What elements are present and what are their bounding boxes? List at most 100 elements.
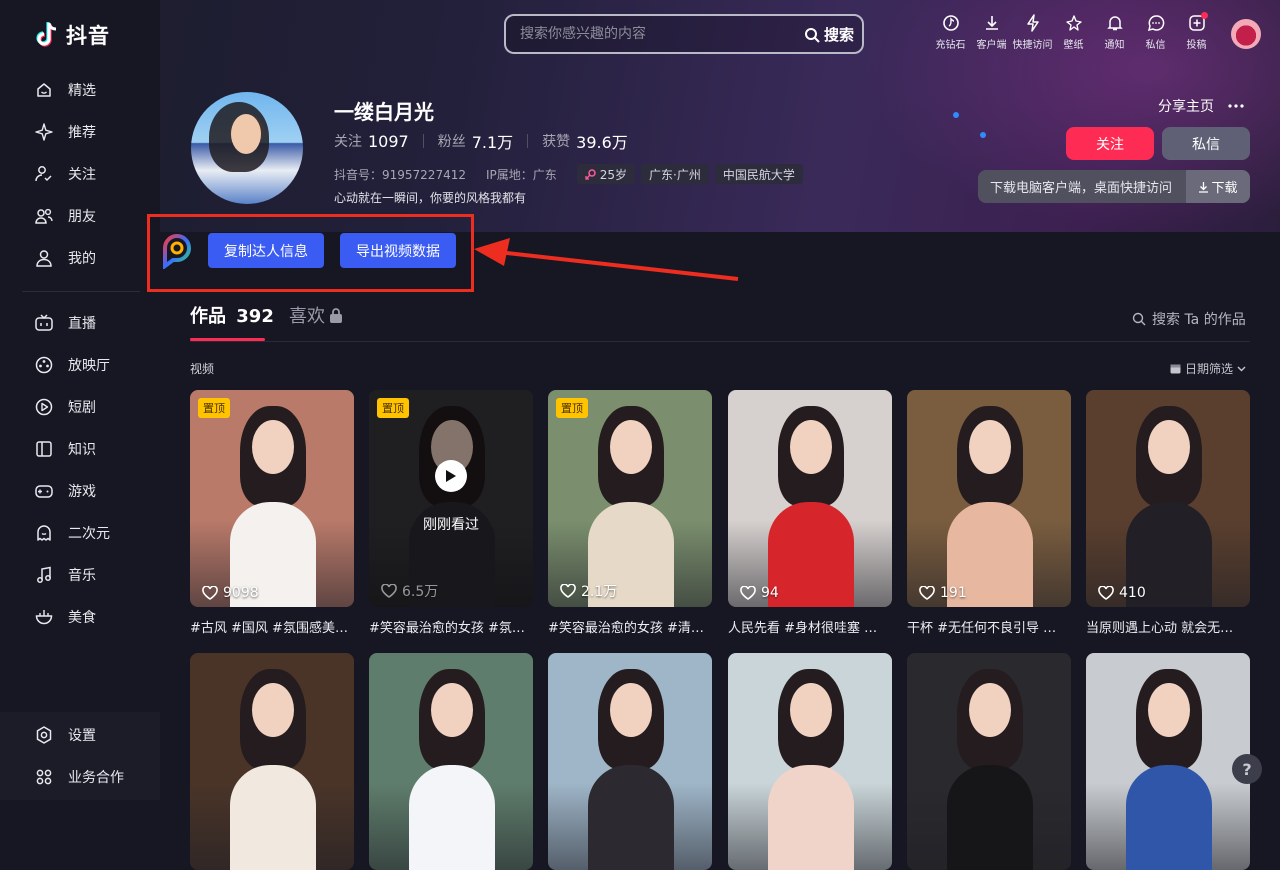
upload-button[interactable]: 投稿 <box>1176 12 1217 51</box>
search-button[interactable]: 搜索 <box>804 24 854 45</box>
pinned-badge: 置顶 <box>198 398 230 418</box>
video-likes: 410 <box>1098 585 1146 601</box>
tv-icon <box>34 313 54 333</box>
profile-meta: 抖音号：91957227412 IP属地：广东 25岁 广东·广州 中国民航大学 <box>334 164 803 184</box>
logo-text: 抖音 <box>66 24 110 48</box>
sidebar-item-sparkle[interactable]: 推荐 <box>34 120 96 144</box>
tab-works-label: 作品 <box>190 306 226 327</box>
play-icon[interactable] <box>435 460 467 492</box>
following-count[interactable]: 1097 <box>368 132 409 151</box>
sidebar-item-label: 音乐 <box>68 568 96 584</box>
plugin-logo-icon <box>163 233 191 269</box>
sidebar-item-play-circle[interactable]: 短剧 <box>34 395 96 419</box>
copy-influencer-info-button[interactable]: 复制达人信息 <box>208 233 324 268</box>
messages-button[interactable]: 私信 <box>1135 14 1176 51</box>
download-button[interactable]: 下载 <box>1186 170 1250 203</box>
video-card[interactable] <box>190 653 354 870</box>
video-card[interactable] <box>1086 653 1250 870</box>
section-label-videos: 视频 <box>190 362 215 376</box>
video-caption[interactable]: #笑容最治愈的女孩 #清… <box>548 617 712 636</box>
fans-label[interactable]: 粉丝 <box>438 131 466 151</box>
heart-icon <box>919 586 935 600</box>
video-thumbnail <box>230 406 316 607</box>
user-check-icon <box>34 164 54 184</box>
location-tag: 广东·广州 <box>641 164 709 184</box>
quick-access-button[interactable]: 快捷访问 <box>1012 14 1053 51</box>
sidebar-item-user-check[interactable]: 关注 <box>34 162 96 186</box>
sidebar-item-label: 放映厅 <box>68 358 110 374</box>
date-filter-dropdown[interactable]: 日期筛选 <box>1170 360 1246 377</box>
play-circle-icon <box>34 397 54 417</box>
video-card[interactable]: 94 <box>728 390 892 607</box>
sidebar-item-book[interactable]: 知识 <box>34 437 96 461</box>
video-likes-count: 2.1万 <box>581 584 618 600</box>
tab-likes-label: 喜欢 <box>289 306 325 327</box>
douyin-note-icon <box>36 22 57 47</box>
search-box: 搜索 <box>504 14 864 54</box>
sidebar-item-music-note[interactable]: 音乐 <box>34 563 96 587</box>
sidebar-item-tv[interactable]: 直播 <box>34 311 96 335</box>
notifications-label: 通知 <box>1104 40 1125 51</box>
following-label[interactable]: 关注 <box>334 131 362 151</box>
wallpaper-button[interactable]: 壁纸 <box>1053 14 1094 51</box>
search-input[interactable] <box>518 25 788 43</box>
fans-count[interactable]: 7.1万 <box>472 129 513 153</box>
sidebar-item-gamepad[interactable]: 游戏 <box>34 479 96 503</box>
sidebar-item-bowl[interactable]: 美食 <box>34 605 96 629</box>
video-thumbnail <box>588 669 674 870</box>
tab-likes[interactable]: 喜欢 <box>289 302 343 328</box>
video-card[interactable]: 410 <box>1086 390 1250 607</box>
export-video-data-button[interactable]: 导出视频数据 <box>340 233 456 268</box>
video-card[interactable]: 置顶 2.1万 <box>548 390 712 607</box>
client-download-button[interactable]: 客户端 <box>971 14 1012 51</box>
grid-icon <box>34 767 54 787</box>
sidebar-item-ghost[interactable]: 二次元 <box>34 521 110 545</box>
book-icon <box>34 439 54 459</box>
video-thumbnail <box>947 669 1033 870</box>
sidebar-item-grid[interactable]: 业务合作 <box>34 765 124 789</box>
video-caption[interactable]: 人民先看 #身材很哇塞 … <box>728 617 892 636</box>
tab-works[interactable]: 作品 392 <box>190 302 274 328</box>
recharge-diamond-button[interactable]: 充钻石 <box>930 14 971 51</box>
video-card[interactable] <box>907 653 1071 870</box>
search-works-button[interactable]: 搜索 Ta 的作品 <box>1132 309 1246 329</box>
video-card[interactable] <box>548 653 712 870</box>
age-tag: 25岁 <box>576 164 636 184</box>
video-likes-count: 410 <box>1119 585 1146 601</box>
music-note-icon <box>34 565 54 585</box>
video-card[interactable]: 刚刚看过 置顶 6.5万 <box>369 390 533 607</box>
sidebar-item-film-reel[interactable]: 放映厅 <box>34 353 110 377</box>
heart-icon <box>381 584 397 598</box>
user-avatar[interactable] <box>1231 19 1261 49</box>
sidebar-item-friends[interactable]: 朋友 <box>34 204 96 228</box>
video-card[interactable] <box>728 653 892 870</box>
more-options-icon[interactable] <box>1228 104 1244 108</box>
sidebar-item-label: 推荐 <box>68 125 96 141</box>
video-thumbnail <box>230 669 316 870</box>
share-profile-button[interactable]: 分享主页 <box>1158 96 1214 116</box>
video-caption[interactable]: #古风 #国风 #氛围感美… <box>190 617 354 636</box>
sidebar-item-home-smile[interactable]: 精选 <box>34 78 96 102</box>
sidebar-item-settings[interactable]: 设置 <box>34 723 96 747</box>
video-thumbnail <box>768 406 854 607</box>
sidebar-item-label: 业务合作 <box>68 770 124 786</box>
profile-avatar[interactable] <box>191 92 303 204</box>
video-card[interactable] <box>369 653 533 870</box>
chat-icon <box>1147 15 1164 32</box>
video-caption[interactable]: #笑容最治愈的女孩 #氛… <box>369 617 533 636</box>
video-caption[interactable]: 当原则遇上心动 就会无… <box>1086 617 1250 636</box>
sidebar-item-person[interactable]: 我的 <box>34 246 96 270</box>
search-icon <box>804 27 820 43</box>
follow-button[interactable]: 关注 <box>1066 127 1154 160</box>
help-button[interactable]: ? <box>1232 754 1262 784</box>
messages-label: 私信 <box>1145 40 1166 51</box>
notifications-button[interactable]: 通知 <box>1094 14 1135 51</box>
message-button[interactable]: 私信 <box>1162 127 1250 160</box>
douyin-logo[interactable]: 抖音 <box>34 20 110 50</box>
female-gender-icon <box>585 169 596 180</box>
recently-watched-label: 刚刚看过 <box>423 517 479 533</box>
video-card[interactable]: 置顶 9098 <box>190 390 354 607</box>
video-caption[interactable]: 干杯 #无任何不良引导 … <box>907 617 1071 636</box>
video-card[interactable]: 191 <box>907 390 1071 607</box>
upload-badge-dot <box>1201 12 1208 19</box>
